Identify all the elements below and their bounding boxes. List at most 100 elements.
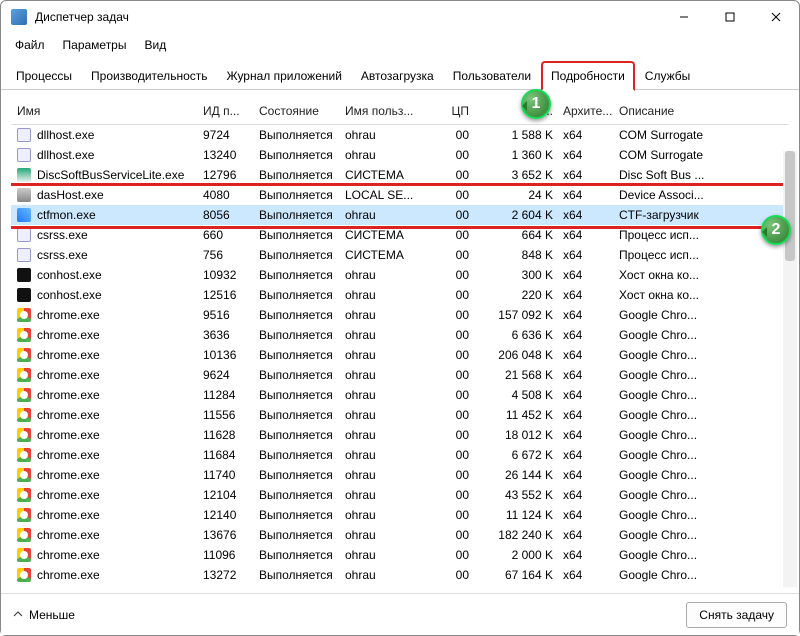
- table-row[interactable]: chrome.exe13272Выполняетсяohrau0067 164 …: [11, 565, 789, 585]
- table-row[interactable]: dasHost.exe4080ВыполняетсяLOCAL SE...002…: [11, 185, 789, 205]
- table-row[interactable]: chrome.exe11556Выполняетсяohrau0011 452 …: [11, 405, 789, 425]
- scrollbar[interactable]: [783, 151, 797, 587]
- cell-pid: 9516: [203, 308, 259, 322]
- table-row[interactable]: conhost.exe12516Выполняетсяohrau00220 Kx…: [11, 285, 789, 305]
- process-icon: [17, 468, 31, 482]
- col-user[interactable]: Имя польз...: [345, 104, 421, 118]
- cell-arch: x64: [563, 168, 619, 182]
- table-row[interactable]: chrome.exe11740Выполняетсяohrau0026 144 …: [11, 465, 789, 485]
- fewer-details[interactable]: Меньше: [13, 608, 75, 622]
- cell-name: chrome.exe: [37, 308, 100, 322]
- process-icon: [17, 128, 31, 142]
- cell-user: ohrau: [345, 268, 421, 282]
- process-icon: [17, 148, 31, 162]
- tab-performance[interactable]: Производительность: [82, 62, 216, 89]
- tab-users[interactable]: Пользователи: [444, 62, 540, 89]
- col-status[interactable]: Состояние: [259, 104, 345, 118]
- table-row[interactable]: chrome.exe11096Выполняетсяohrau002 000 K…: [11, 545, 789, 565]
- scroll-thumb[interactable]: [785, 151, 795, 261]
- close-button[interactable]: [753, 1, 799, 33]
- cell-mem: 6 672 K: [479, 448, 563, 462]
- tab-details[interactable]: Подробности: [541, 61, 635, 91]
- col-name[interactable]: Имя: [13, 104, 203, 118]
- end-task-button[interactable]: Снять задачу: [686, 602, 787, 628]
- col-arch[interactable]: Архите...: [563, 104, 619, 118]
- table-row[interactable]: ctfmon.exe8056Выполняетсяohrau002 604 Kx…: [11, 205, 789, 225]
- menu-options[interactable]: Параметры: [55, 36, 135, 54]
- cell-arch: x64: [563, 308, 619, 322]
- table-row[interactable]: DiscSoftBusServiceLite.exe12796Выполняет…: [11, 165, 789, 185]
- cell-mem: 2 604 K: [479, 208, 563, 222]
- tab-startup[interactable]: Автозагрузка: [352, 62, 443, 89]
- cell-desc: COM Surrogate: [619, 148, 787, 162]
- cell-cpu: 00: [421, 148, 479, 162]
- cell-mem: 1 588 K: [479, 128, 563, 142]
- cell-user: СИСТЕМА: [345, 228, 421, 242]
- table-row[interactable]: chrome.exe12140Выполняетсяohrau0011 124 …: [11, 505, 789, 525]
- tab-apphistory[interactable]: Журнал приложений: [218, 62, 351, 89]
- cell-cpu: 00: [421, 228, 479, 242]
- table-row[interactable]: chrome.exe11628Выполняетсяohrau0018 012 …: [11, 425, 789, 445]
- cell-arch: x64: [563, 228, 619, 242]
- cell-mem: 664 K: [479, 228, 563, 242]
- cell-cpu: 00: [421, 388, 479, 402]
- cell-status: Выполняется: [259, 548, 345, 562]
- cell-status: Выполняется: [259, 348, 345, 362]
- chevron-up-icon: [13, 608, 23, 622]
- process-icon: [17, 408, 31, 422]
- cell-user: ohrau: [345, 148, 421, 162]
- tab-services[interactable]: Службы: [636, 62, 699, 89]
- cell-user: ohrau: [345, 408, 421, 422]
- tab-processes[interactable]: Процессы: [7, 62, 81, 89]
- col-desc[interactable]: Описание: [619, 104, 787, 118]
- cell-pid: 3636: [203, 328, 259, 342]
- table-row[interactable]: dllhost.exe13240Выполняетсяohrau001 360 …: [11, 145, 789, 165]
- menu-view[interactable]: Вид: [136, 36, 174, 54]
- cell-user: ohrau: [345, 568, 421, 582]
- cell-mem: 21 568 K: [479, 368, 563, 382]
- process-icon: [17, 188, 31, 202]
- cell-mem: 848 K: [479, 248, 563, 262]
- process-icon: [17, 248, 31, 262]
- table-row[interactable]: csrss.exe660ВыполняетсяСИСТЕМА00664 Kx64…: [11, 225, 789, 245]
- cell-pid: 4080: [203, 188, 259, 202]
- cell-desc: Google Chro...: [619, 488, 787, 502]
- col-cpu[interactable]: ЦП: [421, 104, 479, 118]
- tabs: Процессы Производительность Журнал прило…: [1, 57, 799, 90]
- cell-desc: Google Chro...: [619, 468, 787, 482]
- table-row[interactable]: chrome.exe11284Выполняетсяohrau004 508 K…: [11, 385, 789, 405]
- process-icon: [17, 348, 31, 362]
- column-headers: Имя ИД п... Состояние Имя польз... ЦП ь …: [11, 98, 789, 125]
- cell-user: ohrau: [345, 488, 421, 502]
- table-row[interactable]: conhost.exe10932Выполняетсяohrau00300 Kx…: [11, 265, 789, 285]
- cell-user: ohrau: [345, 308, 421, 322]
- table-row[interactable]: chrome.exe9516Выполняетсяohrau00157 092 …: [11, 305, 789, 325]
- cell-pid: 12516: [203, 288, 259, 302]
- cell-desc: Google Chro...: [619, 388, 787, 402]
- cell-user: ohrau: [345, 368, 421, 382]
- table-row[interactable]: chrome.exe3636Выполняетсяohrau006 636 Kx…: [11, 325, 789, 345]
- cell-name: chrome.exe: [37, 368, 100, 382]
- table-row[interactable]: chrome.exe11684Выполняетсяohrau006 672 K…: [11, 445, 789, 465]
- process-icon: [17, 548, 31, 562]
- cell-cpu: 00: [421, 508, 479, 522]
- col-pid[interactable]: ИД п...: [203, 104, 259, 118]
- cell-cpu: 00: [421, 348, 479, 362]
- cell-pid: 12104: [203, 488, 259, 502]
- cell-cpu: 00: [421, 328, 479, 342]
- cell-user: ohrau: [345, 508, 421, 522]
- maximize-button[interactable]: [707, 1, 753, 33]
- table-row[interactable]: dllhost.exe9724Выполняетсяohrau001 588 K…: [11, 125, 789, 145]
- table-row[interactable]: chrome.exe9624Выполняетсяohrau0021 568 K…: [11, 365, 789, 385]
- table-row[interactable]: chrome.exe12104Выполняетсяohrau0043 552 …: [11, 485, 789, 505]
- cell-mem: 11 124 K: [479, 508, 563, 522]
- table-row[interactable]: chrome.exe13676Выполняетсяohrau00182 240…: [11, 525, 789, 545]
- table-row[interactable]: csrss.exe756ВыполняетсяСИСТЕМА00848 Kx64…: [11, 245, 789, 265]
- cell-name: dllhost.exe: [37, 128, 94, 142]
- menu-file[interactable]: Файл: [7, 36, 53, 54]
- table-row[interactable]: chrome.exe10136Выполняетсяohrau00206 048…: [11, 345, 789, 365]
- minimize-button[interactable]: [661, 1, 707, 33]
- cell-user: LOCAL SE...: [345, 188, 421, 202]
- fewer-details-label: Меньше: [29, 608, 75, 622]
- cell-user: ohrau: [345, 468, 421, 482]
